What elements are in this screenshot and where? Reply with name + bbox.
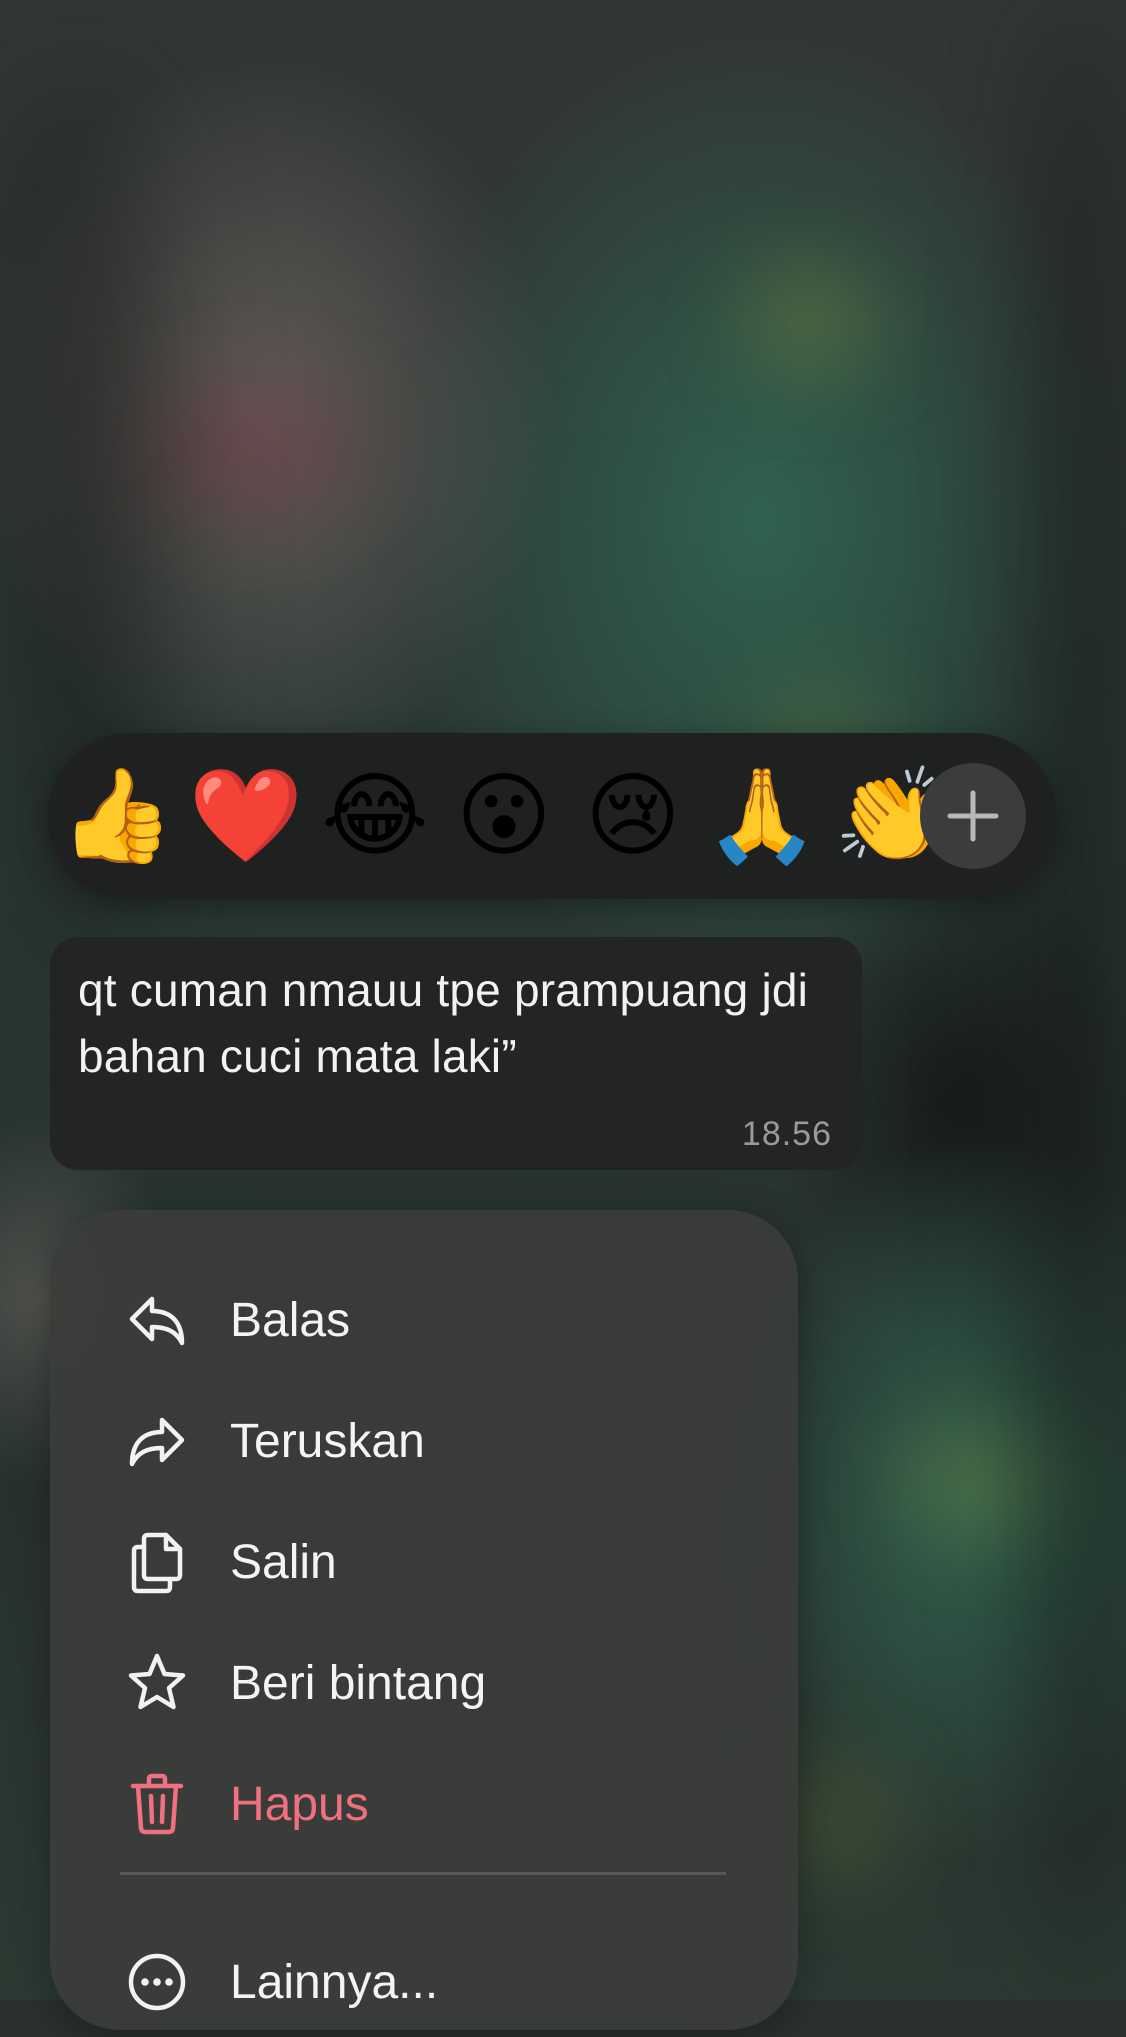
copy-icon xyxy=(122,1527,192,1597)
menu-item-forward[interactable]: Teruskan xyxy=(50,1386,798,1496)
plus-icon xyxy=(947,790,999,842)
menu-item-copy[interactable]: Salin xyxy=(50,1507,798,1617)
message-bubble[interactable]: qt cuman nmauu tpe prampuang jdi bahan c… xyxy=(50,937,862,1170)
star-icon xyxy=(122,1648,192,1718)
message-context-menu: Balas Teruskan Salin Beri bintang Hapus … xyxy=(50,1210,798,2030)
more-icon xyxy=(122,1947,192,2017)
forward-icon xyxy=(122,1406,192,1476)
menu-label-forward: Teruskan xyxy=(230,1414,425,1468)
reaction-thumbs-up[interactable]: 👍 xyxy=(60,761,175,871)
menu-item-more[interactable]: Lainnya... xyxy=(50,1927,798,2037)
menu-label-reply: Balas xyxy=(230,1293,351,1347)
menu-item-reply[interactable]: Balas xyxy=(50,1265,798,1375)
menu-divider xyxy=(120,1872,726,1875)
reaction-surprised[interactable]: 😮 xyxy=(449,761,559,871)
menu-label-copy: Salin xyxy=(230,1535,337,1589)
menu-label-star: Beri bintang xyxy=(230,1656,487,1710)
more-reactions-button[interactable] xyxy=(920,763,1026,869)
reaction-folded-hands[interactable]: 🙏 xyxy=(705,761,820,871)
message-timestamp: 18.56 xyxy=(741,1115,832,1153)
menu-item-star[interactable]: Beri bintang xyxy=(50,1628,798,1738)
menu-label-more: Lainnya... xyxy=(230,1955,439,2009)
reaction-crying[interactable]: 😢 xyxy=(578,761,688,871)
reply-icon xyxy=(122,1285,192,1355)
trash-icon xyxy=(122,1769,192,1839)
message-text: qt cuman nmauu tpe prampuang jdi bahan c… xyxy=(78,964,809,1082)
menu-label-delete: Hapus xyxy=(230,1777,369,1831)
reaction-bar: 👍 ❤️ 😂 😮 😢 🙏 👏 xyxy=(48,733,1056,899)
menu-item-delete[interactable]: Hapus xyxy=(50,1749,798,1859)
reaction-red-heart[interactable]: ❤️ xyxy=(189,761,304,871)
reaction-tears-of-joy[interactable]: 😂 xyxy=(320,761,430,871)
